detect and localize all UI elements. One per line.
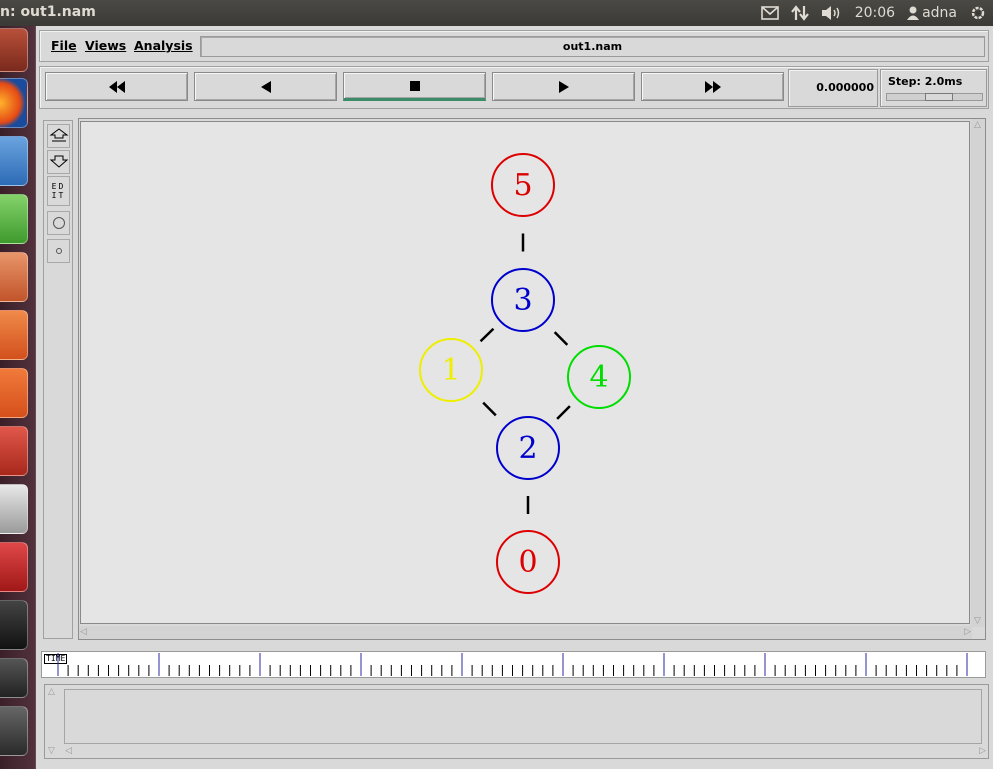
gear-icon[interactable]	[969, 4, 987, 22]
monitor-scroll-left-arrow[interactable]: ◁	[65, 746, 72, 756]
node-label: 0	[518, 545, 537, 580]
step-slider[interactable]	[886, 93, 983, 101]
fast-forward-icon	[704, 80, 721, 93]
launcher-text-editor-icon[interactable]	[0, 484, 28, 534]
nam-window: File Views Analysis out1.nam 0.000000 St…	[36, 26, 993, 769]
user-name: adna	[922, 5, 957, 21]
node-label: 3	[513, 283, 532, 318]
clock[interactable]: 20:06	[855, 5, 895, 21]
scroll-down-arrow[interactable]: ▽	[974, 616, 981, 626]
play-backward-icon	[260, 80, 271, 93]
launcher-trash-icon[interactable]	[0, 706, 28, 756]
node-3[interactable]: 3	[491, 268, 555, 332]
node-label: 1	[441, 353, 460, 388]
launcher-terminal-icon[interactable]	[0, 600, 28, 650]
horizontal-scrollbar[interactable]: ◁ ▷	[79, 626, 972, 639]
step-slider-thumb[interactable]	[925, 93, 953, 101]
backward-button[interactable]	[194, 72, 337, 101]
node-2[interactable]: 2	[496, 416, 560, 480]
network-icon[interactable]	[790, 4, 809, 22]
node-4[interactable]: 4	[567, 345, 631, 409]
stop-icon	[409, 80, 420, 91]
top-panel: n: out1.nam 20:06 adna	[0, 0, 993, 26]
user-icon	[907, 6, 920, 20]
rewind-button[interactable]	[45, 72, 188, 101]
launcher-impress-icon[interactable]	[0, 252, 28, 302]
zoom-in-tool[interactable]	[47, 124, 70, 148]
system-tray: 20:06 adna	[760, 0, 987, 26]
timeline-ticks	[57, 653, 968, 676]
launcher-pdf-icon[interactable]	[0, 542, 28, 592]
monitor-scroll-down-arrow[interactable]: ▽	[48, 746, 55, 756]
network-canvas[interactable]: 5 3 1 4 2 0	[80, 121, 970, 624]
node-label: 2	[518, 431, 537, 466]
node-0[interactable]: 0	[496, 530, 560, 594]
small-node-tool[interactable]	[47, 239, 70, 263]
edit-tool[interactable]: ED IT	[47, 176, 70, 206]
step-control: Step: 2.0ms	[880, 69, 987, 107]
node-label: 4	[589, 360, 608, 395]
scroll-up-arrow[interactable]: △	[974, 120, 981, 130]
link-1-2[interactable]	[482, 401, 497, 417]
user-menu[interactable]: adna	[907, 5, 957, 21]
launcher-writer-icon[interactable]	[0, 136, 28, 186]
monitor-panel: △ ▽ ◁ ▷	[44, 684, 989, 759]
launcher-software-center-icon[interactable]	[0, 310, 28, 360]
link-3-1[interactable]	[479, 327, 495, 343]
circle-large-icon	[52, 217, 65, 229]
menu-analysis[interactable]: Analysis	[134, 38, 193, 53]
monitor-area	[64, 689, 982, 744]
scroll-right-arrow[interactable]: ▷	[964, 627, 971, 637]
menu-bar: File Views Analysis out1.nam	[39, 30, 989, 62]
vertical-scrollbar[interactable]: △ ▽	[971, 119, 985, 627]
fast-forward-button[interactable]	[641, 72, 784, 101]
topology-view: 5 3 1 4 2 0	[419, 153, 631, 594]
launcher-settings-icon[interactable]	[0, 426, 28, 476]
timeline[interactable]: TIME	[41, 651, 986, 678]
play-button[interactable]	[492, 72, 635, 101]
canvas-frame: 5 3 1 4 2 0 △ ▽ ◁ ▷	[78, 118, 986, 640]
zoom-out-icon	[49, 155, 68, 168]
mail-icon[interactable]	[760, 6, 779, 20]
playback-controls: 0.000000 Step: 2.0ms	[39, 66, 989, 109]
launcher-workspace-icon[interactable]	[0, 658, 28, 698]
edit-icon: ED IT	[51, 182, 66, 200]
node-1[interactable]: 1	[419, 338, 483, 402]
node-5[interactable]: 5	[491, 153, 555, 217]
launcher-firefox-icon[interactable]	[0, 78, 28, 128]
current-time-display: 0.000000	[788, 69, 878, 107]
circle-small-icon	[55, 248, 62, 254]
step-label: Step: 2.0ms	[888, 75, 963, 88]
filename-display: out1.nam	[200, 36, 985, 57]
launcher	[0, 26, 36, 769]
window-title: n: out1.nam	[0, 4, 96, 20]
volume-icon[interactable]	[821, 5, 843, 21]
rewind-icon	[108, 80, 125, 93]
link-3-4[interactable]	[553, 331, 569, 346]
menu-file[interactable]: File	[51, 38, 77, 53]
node-label: 5	[513, 168, 532, 203]
launcher-dash-icon[interactable]	[0, 28, 28, 72]
play-icon	[558, 80, 569, 93]
link-4-2[interactable]	[556, 405, 571, 420]
editing-toolbox: ED IT	[43, 120, 73, 639]
menu-views[interactable]: Views	[85, 38, 126, 53]
large-node-tool[interactable]	[47, 211, 70, 235]
zoom-out-tool[interactable]	[47, 150, 70, 174]
zoom-in-icon	[49, 128, 68, 142]
stop-button[interactable]	[343, 72, 486, 101]
launcher-ubuntu-one-icon[interactable]	[0, 368, 28, 418]
monitor-scroll-right-arrow[interactable]: ▷	[979, 746, 986, 756]
scroll-left-arrow[interactable]: ◁	[80, 627, 87, 637]
launcher-calc-icon[interactable]	[0, 194, 28, 244]
monitor-scroll-up-arrow[interactable]: △	[48, 687, 55, 697]
main-area: ED IT 5 3 1 4 2 0 △ ▽ ◁ ▷	[39, 114, 989, 642]
